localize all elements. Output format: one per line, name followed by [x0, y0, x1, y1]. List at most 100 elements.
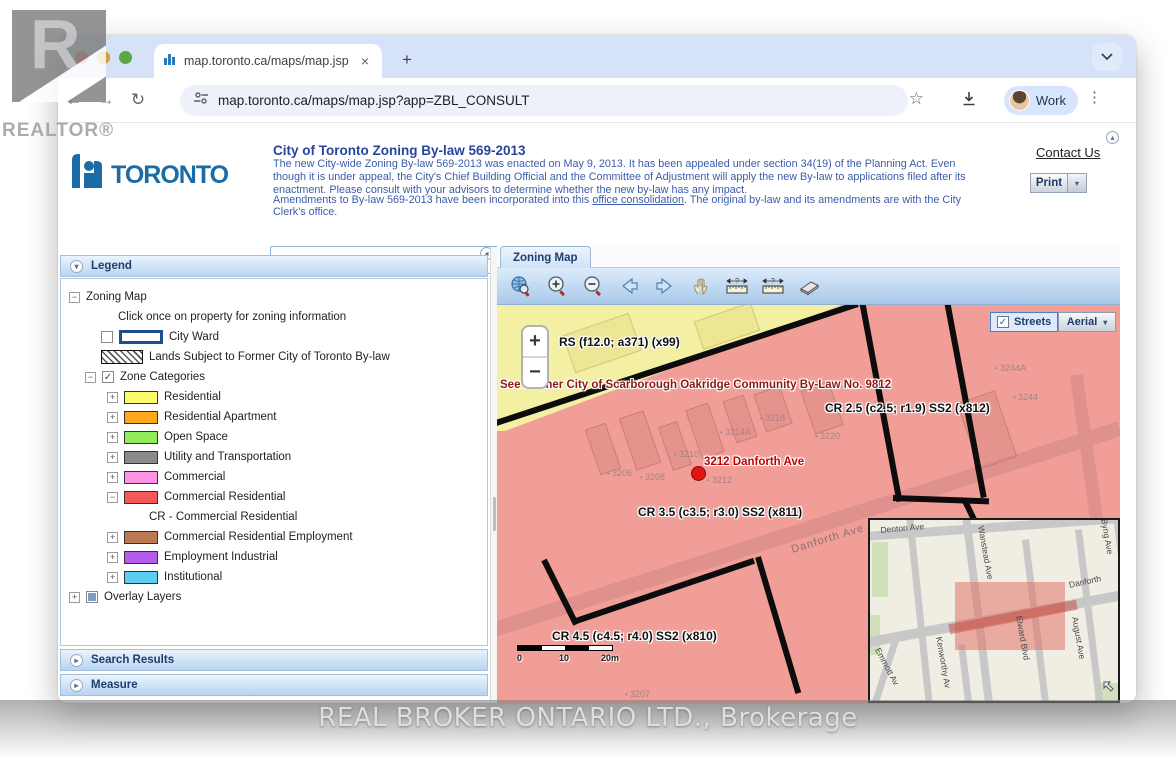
address-marker-label: 3212 Danforth Ave — [704, 456, 804, 468]
print-dropdown-icon[interactable]: ▾ — [1068, 173, 1087, 193]
splitter-handle[interactable] — [493, 497, 496, 531]
legend-category-row[interactable]: + Employment Industrial — [61, 547, 487, 567]
tab-close-icon[interactable]: × — [357, 53, 373, 69]
category-color-swatch — [124, 451, 158, 464]
scale-tick-20: 20m — [601, 653, 619, 663]
traffic-light-minimize[interactable] — [97, 51, 110, 64]
legend-zonecat-row[interactable]: − ✓ Zone Categories — [61, 367, 487, 387]
tab-zoning-map[interactable]: Zoning Map — [500, 246, 591, 268]
category-color-swatch — [124, 491, 158, 504]
eraser-icon[interactable] — [797, 274, 821, 298]
legend-category-row[interactable]: + Commercial — [61, 467, 487, 487]
profile-button[interactable]: Work — [1004, 86, 1078, 115]
legend-lands-row: Lands Subject to Former City of Toronto … — [61, 347, 487, 367]
parcel-number-label: 3218 — [760, 413, 785, 423]
traffic-light-zoom[interactable] — [119, 51, 132, 64]
previous-extent-icon[interactable] — [617, 274, 641, 298]
back-icon[interactable]: ← — [58, 90, 90, 110]
search-results-expand-icon[interactable]: ▸ — [70, 654, 83, 667]
legend-category-row[interactable]: + Utility and Transportation — [61, 447, 487, 467]
map-tab-row: Zoning Map — [497, 245, 1120, 268]
streets-toggle[interactable]: ✓ Streets — [990, 312, 1058, 332]
expander-icon[interactable]: − — [107, 492, 118, 503]
zone-categories-label: Zone Categories — [120, 371, 205, 383]
expander-icon[interactable]: + — [107, 572, 118, 583]
city-ward-swatch — [119, 330, 163, 344]
contact-us-link[interactable]: Contact Us — [1036, 145, 1100, 160]
expander-icon[interactable]: + — [107, 392, 118, 403]
parcel-number-label: 3210 — [674, 449, 699, 459]
expander-icon[interactable]: + — [107, 552, 118, 563]
legend-collapse-icon[interactable]: ▾ — [70, 260, 83, 273]
traffic-light-close[interactable] — [75, 51, 88, 64]
site-info-icon[interactable] — [193, 90, 209, 111]
legend-category-row[interactable]: + Open Space — [61, 427, 487, 447]
category-color-swatch — [124, 571, 158, 584]
parcel-number-label: 3212 — [707, 475, 732, 485]
measure-panel[interactable]: ▸ Measure — [60, 674, 488, 696]
expander-icon[interactable]: − — [85, 372, 96, 383]
legend-category-row[interactable]: + Residential Apartment — [61, 407, 487, 427]
next-extent-icon[interactable] — [653, 274, 677, 298]
expander-icon[interactable]: + — [107, 432, 118, 443]
intro-paragraph: The new City-wide Zoning By-law 569-2013… — [273, 158, 991, 197]
office-consolidation-link[interactable]: office consolidation — [592, 194, 684, 206]
expander-icon[interactable]: + — [107, 472, 118, 483]
url-bar[interactable]: map.toronto.ca/maps/map.jsp?app=ZBL_CONS… — [180, 85, 908, 116]
zoom-in-icon[interactable] — [545, 274, 569, 298]
header-collapse-icon[interactable]: ▴ — [1106, 131, 1119, 144]
print-button[interactable]: Print — [1030, 173, 1068, 193]
download-icon[interactable] — [960, 90, 978, 113]
inset-street-label: Kenworthy Av — [934, 636, 953, 689]
overlay-layers-label: Overlay Layers — [104, 591, 181, 603]
new-tab-button[interactable]: + — [394, 47, 420, 73]
legend-cityward-row[interactable]: City Ward — [61, 327, 487, 347]
zoom-full-extent-icon[interactable] — [509, 274, 533, 298]
legend-header[interactable]: ▾ Legend — [60, 255, 488, 277]
legend-root-row[interactable]: − Zoning Map — [61, 287, 487, 307]
measure-title: Measure — [91, 679, 138, 691]
map-zoom-in-button[interactable]: + — [523, 327, 547, 358]
pan-icon[interactable] — [689, 274, 713, 298]
bookmark-star-icon[interactable]: ☆ — [909, 89, 924, 109]
inset-resize-icon[interactable] — [1102, 680, 1116, 699]
page-title: City of Toronto Zoning By-law 569-2013 — [273, 143, 526, 158]
streets-checkbox[interactable]: ✓ — [997, 316, 1009, 328]
legend-overlay-row[interactable]: + Overlay Layers — [61, 587, 487, 607]
search-results-panel[interactable]: ▸ Search Results — [60, 649, 488, 671]
zone-categories-checkbox[interactable]: ✓ — [102, 371, 114, 383]
zone-label-rs: RS (f12.0; a371) (x99) — [559, 335, 680, 349]
legend-category-label: Commercial — [164, 471, 225, 483]
forward-icon[interactable]: → — [90, 90, 122, 110]
legend-category-row[interactable]: + Residential — [61, 387, 487, 407]
tab-search-chevron-icon[interactable] — [1092, 43, 1122, 71]
aerial-button[interactable]: Aerial ▾ — [1058, 312, 1116, 332]
parcel-number-label: 3214A — [720, 427, 751, 437]
overview-inset-map[interactable]: Denton AveWanstead AveByng AveDanforthAu… — [868, 518, 1120, 703]
legend-category-row[interactable]: + Institutional — [61, 567, 487, 587]
expander-icon[interactable]: + — [69, 592, 80, 603]
svg-text:?: ? — [771, 278, 775, 285]
measure-area-icon[interactable]: ? — [761, 274, 785, 298]
streets-label: Streets — [1014, 316, 1051, 328]
legend-category-row[interactable]: − Commercial Residential — [61, 487, 487, 507]
expander-icon[interactable]: − — [69, 292, 80, 303]
measure-distance-icon[interactable]: ? — [725, 274, 749, 298]
side-road — [1070, 374, 1105, 534]
expander-icon[interactable]: + — [107, 412, 118, 423]
expander-icon[interactable]: + — [107, 532, 118, 543]
legend-category-row[interactable]: + Commercial Residential Employment — [61, 527, 487, 547]
reload-icon[interactable]: ↻ — [122, 90, 154, 110]
zoom-out-icon[interactable] — [581, 274, 605, 298]
expander-icon[interactable]: + — [107, 452, 118, 463]
overlay-layers-checkbox[interactable] — [86, 591, 98, 603]
browser-tab[interactable]: map.toronto.ca/maps/map.jsp × — [154, 44, 382, 78]
measure-expand-icon[interactable]: ▸ — [70, 679, 83, 692]
parcel-number-label: 3206 — [607, 468, 632, 478]
map-canvas[interactable]: RS (f12.0; a371) (x99) See Former City o… — [497, 305, 1120, 703]
aerial-dropdown-icon: ▾ — [1103, 318, 1107, 327]
city-ward-checkbox[interactable] — [101, 331, 113, 343]
legend-title: Legend — [91, 260, 132, 272]
browser-menu-icon[interactable]: ⋮ — [1087, 88, 1102, 106]
map-zoom-out-button[interactable]: − — [523, 358, 547, 387]
